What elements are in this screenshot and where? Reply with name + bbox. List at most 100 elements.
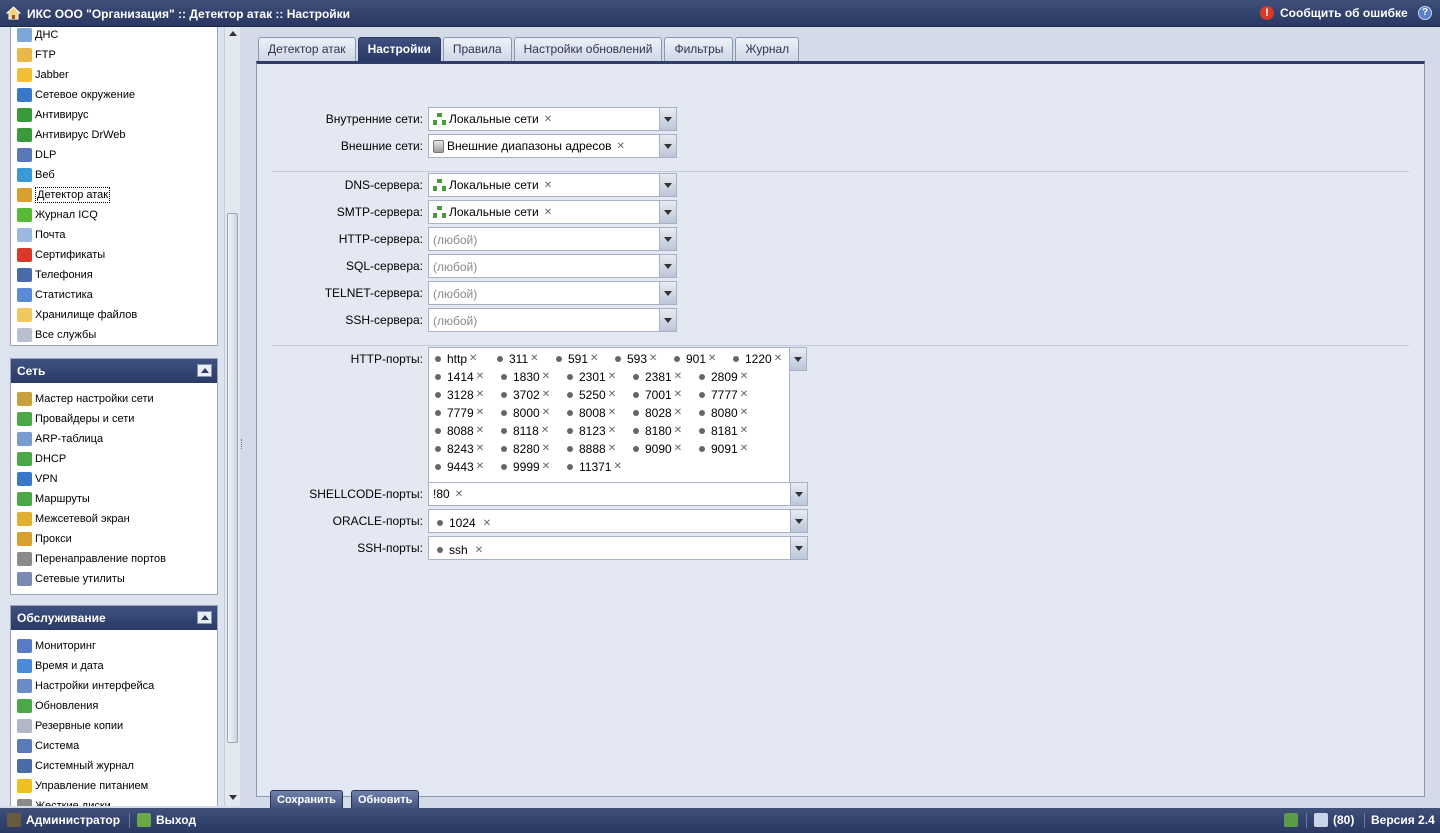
http-port-tag[interactable]: 2809 ✕ <box>695 368 759 386</box>
collapse-maintenance-icon[interactable] <box>197 611 212 624</box>
help-icon[interactable]: ? <box>1418 6 1432 20</box>
remove-tag-icon[interactable]: ✕ <box>476 368 484 386</box>
tab-2[interactable]: Правила <box>442 37 512 61</box>
http-port-tag[interactable]: 8243 ✕ <box>431 440 495 458</box>
http-port-tag[interactable]: 1830 ✕ <box>497 368 561 386</box>
http-port-tag[interactable]: 8123 ✕ <box>563 422 627 440</box>
http-ports-tagfield[interactable]: http ✕ 311 ✕ 591 ✕ 593 ✕ 901 ✕ 1220 ✕ 1414 ✕ 1830 ✕ 2301… <box>428 347 807 485</box>
http-port-tag[interactable]: 8088 ✕ <box>431 422 495 440</box>
http-port-tag[interactable]: 8080 ✕ <box>695 404 759 422</box>
tab-4[interactable]: Фильтры <box>664 37 734 61</box>
remove-tag-icon[interactable]: ✕ <box>740 440 748 458</box>
remove-tag-icon[interactable]: ✕ <box>542 404 550 422</box>
http-port-tag[interactable]: 8180 ✕ <box>629 422 693 440</box>
http-port-tag[interactable]: 1414 ✕ <box>431 368 495 386</box>
http-port-tag[interactable]: 2301 ✕ <box>563 368 627 386</box>
panel-splitter[interactable] <box>240 27 246 806</box>
remove-tag-icon[interactable]: ✕ <box>476 422 484 440</box>
remove-tag-icon[interactable]: ✕ <box>740 368 748 386</box>
remove-tag-icon[interactable]: ✕ <box>740 386 748 404</box>
menu-item[interactable]: Мастер настройки сети <box>11 389 217 409</box>
remove-tag-icon[interactable]: ✕ <box>608 404 616 422</box>
remove-tag-icon[interactable]: ✕ <box>542 368 550 386</box>
remove-tag-icon[interactable]: ✕ <box>674 404 682 422</box>
http-port-tag[interactable]: 5250 ✕ <box>563 386 627 404</box>
http-port-tag[interactable]: 591 ✕ <box>552 350 609 368</box>
dropdown-arrow-icon[interactable] <box>659 228 676 250</box>
menu-item[interactable]: Веб <box>11 165 217 185</box>
telnet-servers-combo[interactable]: (любой) <box>428 281 677 305</box>
menu-item[interactable]: Система <box>11 736 217 756</box>
maintenance-box-header[interactable]: Обслуживание <box>11 606 217 630</box>
http-port-tag[interactable]: 7779 ✕ <box>431 404 495 422</box>
remove-tag-icon[interactable]: ✕ <box>544 114 552 125</box>
http-port-tag[interactable]: 8181 ✕ <box>695 422 759 440</box>
remove-tag-icon[interactable]: ✕ <box>740 404 748 422</box>
remove-tag-icon[interactable]: ✕ <box>674 386 682 404</box>
http-port-tag[interactable]: 593 ✕ <box>611 350 668 368</box>
dropdown-arrow-icon[interactable] <box>790 510 807 532</box>
menu-item[interactable]: Мониторинг <box>11 636 217 656</box>
menu-item[interactable]: Детектор атак <box>11 185 217 205</box>
http-port-tag[interactable]: 8118 ✕ <box>497 422 561 440</box>
sql-servers-combo[interactable]: (любой) <box>428 254 677 278</box>
http-port-tag[interactable]: 8000 ✕ <box>497 404 561 422</box>
remove-tag-icon[interactable]: ✕ <box>708 350 716 368</box>
remove-tag-icon[interactable]: ✕ <box>530 350 538 368</box>
http-port-tag[interactable]: 8888 ✕ <box>563 440 627 458</box>
logout-button[interactable]: Выход <box>137 813 196 827</box>
dns-servers-combo[interactable]: Локальные сети ✕ <box>428 173 677 197</box>
external-nets-combo[interactable]: Внешние диапазоны адресов ✕ <box>428 134 677 158</box>
http-port-tag[interactable]: 8028 ✕ <box>629 404 693 422</box>
dropdown-arrow-icon[interactable] <box>659 135 676 157</box>
http-port-tag[interactable]: http ✕ <box>431 350 491 368</box>
dropdown-arrow-icon[interactable] <box>659 309 676 331</box>
remove-tag-icon[interactable]: ✕ <box>608 368 616 386</box>
menu-item[interactable]: Прокси <box>11 529 217 549</box>
menu-item[interactable]: Маршруты <box>11 489 217 509</box>
http-port-tag[interactable]: 1220 ✕ <box>729 350 789 368</box>
menu-item[interactable]: Антивирус DrWeb <box>11 125 217 145</box>
report-error-button[interactable]: ! Сообщить об ошибке <box>1260 6 1408 20</box>
dropdown-arrow-icon[interactable] <box>659 255 676 277</box>
menu-item[interactable]: Антивирус <box>11 105 217 125</box>
menu-item[interactable]: Телефония <box>11 265 217 285</box>
menu-item[interactable]: Время и дата <box>11 656 217 676</box>
menu-item[interactable]: Почта <box>11 225 217 245</box>
tab-5[interactable]: Журнал <box>735 37 800 61</box>
http-port-tag[interactable]: 3128 ✕ <box>431 386 495 404</box>
dropdown-arrow-icon[interactable] <box>790 483 807 505</box>
ssh-ports-combo[interactable]: ssh ✕ <box>428 536 808 560</box>
menu-item[interactable]: Перенаправление портов <box>11 549 217 569</box>
remove-tag-icon[interactable]: ✕ <box>774 350 782 368</box>
splitter-grip-icon[interactable] <box>241 439 244 449</box>
menu-item[interactable]: ДНС <box>11 27 217 45</box>
menu-item[interactable]: VPN <box>11 469 217 489</box>
menu-item[interactable]: Настройки интерфейса <box>11 676 217 696</box>
remove-tag-icon[interactable]: ✕ <box>476 440 484 458</box>
shellcode-ports-combo[interactable]: !80 ✕ <box>428 482 808 506</box>
http-port-tag[interactable]: 8008 ✕ <box>563 404 627 422</box>
remove-tag-icon[interactable]: ✕ <box>542 458 550 476</box>
oracle-ports-combo[interactable]: 1024 ✕ <box>428 509 808 533</box>
http-port-tag[interactable]: 9090 ✕ <box>629 440 693 458</box>
remove-tag-icon[interactable]: ✕ <box>613 458 621 476</box>
http-port-tag[interactable]: 7777 ✕ <box>695 386 759 404</box>
dropdown-arrow-icon[interactable] <box>659 174 676 196</box>
remove-tag-icon[interactable]: ✕ <box>608 440 616 458</box>
http-port-tag[interactable]: 9999 ✕ <box>497 458 561 476</box>
network-box-header[interactable]: Сеть <box>11 359 217 383</box>
menu-item[interactable]: FTP <box>11 45 217 65</box>
remove-tag-icon[interactable]: ✕ <box>544 180 552 191</box>
nav-scrollbar[interactable] <box>224 27 240 806</box>
dropdown-arrow-icon[interactable] <box>790 537 807 559</box>
http-port-tag[interactable]: 7001 ✕ <box>629 386 693 404</box>
dropdown-arrow-icon[interactable] <box>659 108 676 130</box>
menu-item[interactable]: Jabber <box>11 65 217 85</box>
http-port-tag[interactable]: 3702 ✕ <box>497 386 561 404</box>
internal-nets-combo[interactable]: Локальные сети ✕ <box>428 107 677 131</box>
http-port-tag[interactable]: 9091 ✕ <box>695 440 759 458</box>
remove-tag-icon[interactable]: ✕ <box>740 422 748 440</box>
remove-tag-icon[interactable]: ✕ <box>542 440 550 458</box>
menu-item[interactable]: ARP-таблица <box>11 429 217 449</box>
